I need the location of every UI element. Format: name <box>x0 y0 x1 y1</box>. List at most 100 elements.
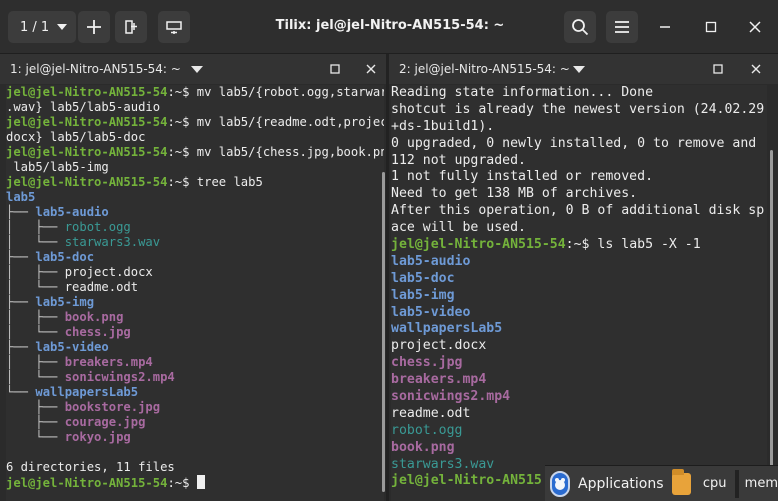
audio-file: robot.ogg <box>391 422 463 438</box>
left-pane-line: │ ├── breakers.mp4 <box>6 355 384 370</box>
right-pane-line: chess.jpg <box>391 355 767 372</box>
left-pane-line: ├── bookstore.jpg <box>6 400 384 415</box>
media-file: sonicwings2.mp4 <box>391 389 511 405</box>
mouse-logo-icon <box>555 477 565 490</box>
media-file: breakers.mp4 <box>64 355 153 369</box>
output-text: readme.odt <box>391 405 471 421</box>
right-pane-line: sonicwings2.mp4 <box>391 389 767 406</box>
output-text: 1 not fully installed or removed. <box>391 169 654 185</box>
right-pane-line: lab5-img <box>391 288 767 305</box>
pane-divider[interactable] <box>386 54 389 501</box>
tree-branch: ├── <box>6 295 36 309</box>
output-text: Need to get 138 MB of archives. <box>391 186 638 202</box>
close-icon <box>366 64 376 74</box>
maximize-button[interactable] <box>700 16 722 38</box>
right-pane-line: wallpapersLab5 <box>391 321 767 338</box>
split-down-button[interactable] <box>158 11 190 43</box>
right-pane-menu-icon[interactable] <box>573 66 585 73</box>
cpu-monitor[interactable]: cpu <box>703 476 727 491</box>
media-file: sonicwings2.mp4 <box>64 370 175 384</box>
text-cursor <box>196 475 205 489</box>
close-icon <box>751 64 761 74</box>
session-selector[interactable]: 1 / 1 <box>8 11 76 43</box>
left-pane-line: jel@jel-Nitro-AN515-54:~$ <box>6 475 384 490</box>
add-terminal-button[interactable] <box>78 11 110 43</box>
tree-branch: ├── <box>6 415 65 429</box>
applications-menu-label[interactable]: Applications <box>578 476 664 492</box>
output-text: :~$ mv lab5/{readme.odt,project. <box>167 115 384 129</box>
left-pane-line: jel@jel-Nitro-AN515-54:~$ mv lab5/{chess… <box>6 145 384 160</box>
session-selector-label: 1 / 1 <box>20 19 50 35</box>
tree-branch: │ └── <box>6 235 65 249</box>
search-button[interactable] <box>564 11 596 43</box>
left-pane-maximize-button[interactable] <box>326 60 344 78</box>
directory-name: lab5-img <box>35 295 95 309</box>
left-pane-line: │ ├── robot.ogg <box>6 220 384 235</box>
prompt-user: jel@jel-Nitro-AN515-54 <box>6 115 168 129</box>
left-pane-menu-icon[interactable] <box>191 66 203 73</box>
right-pane-line: ace will be used. <box>391 220 767 237</box>
left-pane-line: docx} lab5/lab5-doc <box>6 130 384 145</box>
left-terminal[interactable]: jel@jel-Nitro-AN515-54:~$ mv lab5/{robot… <box>6 85 384 501</box>
tree-branch: ├── <box>6 400 65 414</box>
prompt-user: jel@jel-Nitro-AN515-54 <box>6 145 168 159</box>
output-text: project.docx <box>64 265 153 279</box>
left-pane-line <box>6 445 384 460</box>
output-text: 0 upgraded, 0 newly installed, 0 to remo… <box>391 135 757 151</box>
media-file: bookstore.jpg <box>64 400 161 414</box>
media-file: chess.jpg <box>64 325 131 339</box>
left-pane-titlebar: 1: jel@jel-Nitro-AN515-54: ~ <box>0 54 386 84</box>
menu-button[interactable] <box>606 11 638 43</box>
directory-name: wallpapersLab5 <box>391 321 503 337</box>
prompt-user: jel@jel-Nitro-AN515 <box>391 473 542 489</box>
output-text: :~$ ls lab5 -X -1 <box>565 237 701 253</box>
directory-name: lab5-video <box>391 304 471 320</box>
left-pane-line: ├── lab5-img <box>6 295 384 310</box>
folder-icon[interactable] <box>671 468 691 495</box>
minimize-button[interactable] <box>654 16 676 38</box>
directory-name: wallpapersLab5 <box>35 385 139 399</box>
maximize-icon <box>330 64 340 74</box>
left-pane-title: 1: jel@jel-Nitro-AN515-54: ~ <box>10 62 181 76</box>
split-right-button[interactable] <box>115 11 147 43</box>
taskbar-panel: Applications cpu mem <box>545 465 778 501</box>
left-pane-line: │ └── sonicwings2.mp4 <box>6 370 384 385</box>
directory-name: lab5-video <box>35 340 109 354</box>
media-file: rokyo.jpg <box>64 430 131 444</box>
media-file: courage.jpg <box>64 415 146 429</box>
left-pane-line: │ ├── project.docx <box>6 265 384 280</box>
output-text: :~$ <box>167 476 197 490</box>
right-scrollbar[interactable] <box>770 150 773 495</box>
left-pane-line: lab5/lab5-img <box>6 160 384 175</box>
right-pane-line: After this operation, 0 B of additional … <box>391 203 767 220</box>
close-window-button[interactable] <box>744 16 766 38</box>
right-pane-line: Reading state information... Done <box>391 85 767 102</box>
left-pane-line: │ ├── book.png <box>6 310 384 325</box>
output-text: :~$ mv lab5/{robot.ogg,starwars3 <box>167 85 384 99</box>
tree-branch: │ └── <box>6 280 65 294</box>
plus-icon <box>87 20 101 34</box>
titlebar: 1 / 1 Tilix: jel@jel-Nitro-AN515-54: ~ <box>0 0 778 54</box>
right-pane-line: Need to get 138 MB of archives. <box>391 186 767 203</box>
right-terminal[interactable]: Reading state information... Done shotcut… <box>391 85 767 501</box>
directory-name: lab5-doc <box>391 270 455 286</box>
left-pane-line: ├── lab5-doc <box>6 250 384 265</box>
right-pane-line: 112 not upgraded. <box>391 153 767 170</box>
maximize-icon <box>705 21 717 33</box>
minimize-icon <box>660 26 670 28</box>
prompt-user: jel@jel-Nitro-AN515-54 <box>391 237 566 253</box>
audio-file: starwars3.wav <box>391 456 495 472</box>
applications-menu-icon[interactable] <box>550 470 570 497</box>
right-pane-close-button[interactable] <box>747 60 765 78</box>
left-pane-line: └── wallpapersLab5 <box>6 385 384 400</box>
output-text: docx} lab5/lab5-doc <box>6 130 146 144</box>
directory-name: lab5-audio <box>391 253 471 269</box>
output-text: ace will be used. <box>391 220 526 236</box>
left-pane-close-button[interactable] <box>362 60 380 78</box>
hamburger-menu-icon <box>615 21 629 33</box>
directory-name: lab5-doc <box>35 250 95 264</box>
prompt-user: jel@jel-Nitro-AN515-54 <box>6 85 168 99</box>
mem-monitor[interactable]: mem <box>745 476 778 491</box>
right-pane-maximize-button[interactable] <box>709 60 727 78</box>
left-scrollbar[interactable] <box>382 172 385 492</box>
